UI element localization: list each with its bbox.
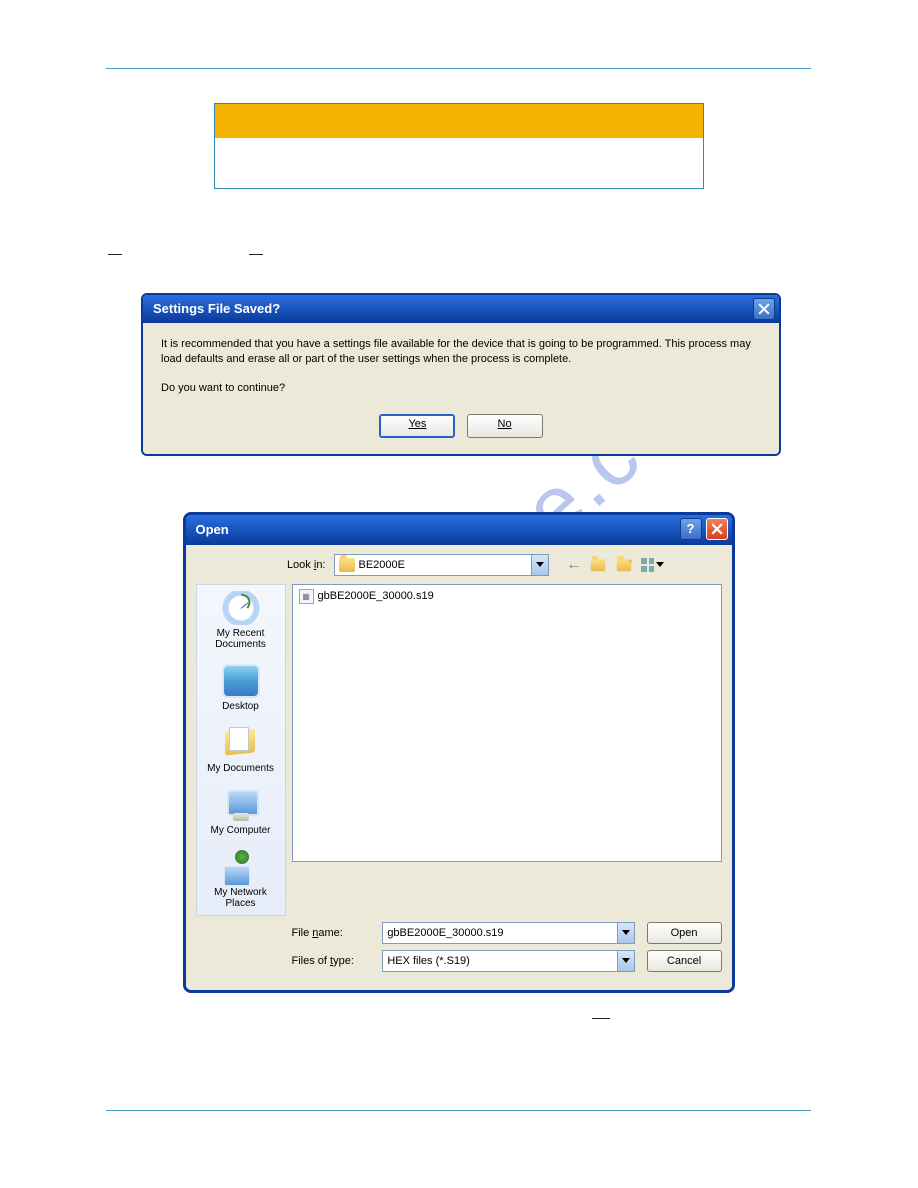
dialog1-message-2: Do you want to continue? [161,381,761,396]
places-desktop[interactable]: Desktop [199,664,283,712]
filename-label: File name: [292,927,371,939]
places-bar: My Recent Documents Desktop My Documents… [196,584,286,916]
filetype-value: HEX files (*.S19) [387,955,470,967]
recent-documents-icon [222,591,260,625]
body-dash [592,1018,610,1019]
chevron-down-icon[interactable] [617,951,634,971]
dialog1-body: It is recommended that you have a settin… [143,323,779,454]
dialog1-message-1: It is recommended that you have a settin… [161,337,761,367]
file-name: gbBE2000E_30000.s19 [318,590,434,602]
caution-table [214,103,704,189]
desktop-icon [222,664,260,698]
places-my-documents[interactable]: My Documents [199,726,283,774]
my-network-icon [222,850,260,884]
look-in-value: BE2000E [359,559,405,571]
filename-combo[interactable]: gbBE2000E_30000.s19 [382,922,634,944]
list-item[interactable]: ▦ gbBE2000E_30000.s19 [299,589,715,604]
yes-button[interactable]: Yes [379,414,455,438]
back-button[interactable]: ← [563,554,586,576]
my-computer-icon [222,788,260,822]
top-divider [106,68,811,69]
filename-value: gbBE2000E_30000.s19 [387,927,503,939]
settings-saved-dialog: Settings File Saved? It is recommended t… [141,293,781,456]
dialog2-title: Open [196,522,229,537]
filetype-label: Files of type: [292,955,371,967]
cancel-button[interactable]: Cancel [647,950,722,972]
dialog1-title: Settings File Saved? [153,301,280,316]
dialog1-titlebar[interactable]: Settings File Saved? [143,295,779,323]
body-paragraph [106,245,811,263]
chevron-down-icon[interactable] [531,555,548,575]
filetype-combo[interactable]: HEX files (*.S19) [382,950,634,972]
places-recent[interactable]: My Recent Documents [199,591,283,650]
look-in-combo[interactable]: BE2000E [334,554,549,576]
no-button[interactable]: No [467,414,543,438]
caution-body [215,138,703,188]
close-icon[interactable] [753,298,775,320]
my-documents-icon [222,726,260,760]
bottom-divider [106,1110,811,1111]
open-file-dialog: Open ? Look in: document.currentScript.p… [183,512,735,993]
up-folder-button[interactable] [589,554,612,576]
dialog2-titlebar[interactable]: Open ? [186,515,732,545]
open-button[interactable]: Open [647,922,722,944]
chevron-down-icon[interactable] [617,923,634,943]
close-icon[interactable] [706,518,728,540]
look-in-label: Look in: [276,559,326,571]
folder-icon [339,558,355,572]
caution-header [215,104,703,138]
new-folder-button[interactable] [615,554,638,576]
file-icon: ▦ [299,589,314,604]
view-menu-button[interactable] [641,554,664,576]
places-my-computer[interactable]: My Computer [199,788,283,836]
file-list[interactable]: ▦ gbBE2000E_30000.s19 [292,584,722,862]
help-icon[interactable]: ? [680,518,702,540]
places-my-network[interactable]: My Network Places [199,850,283,909]
